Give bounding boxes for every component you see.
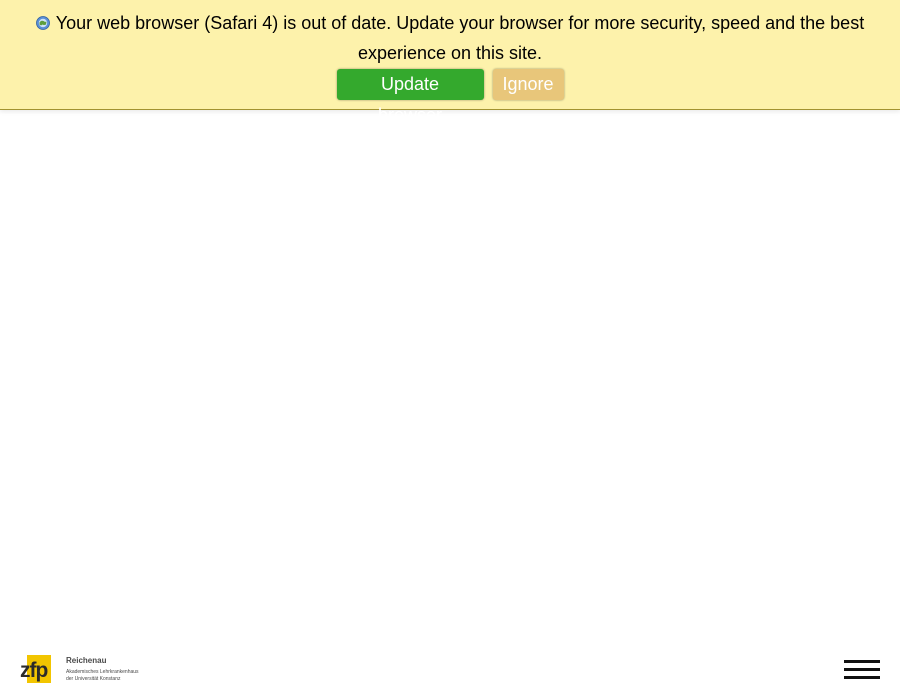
menu-bar-bottom: [844, 676, 880, 679]
browser-update-banner: Your web browser (Safari 4) is out of da…: [0, 0, 900, 125]
page: Your web browser (Safari 4) is out of da…: [0, 0, 900, 700]
menu-bar-middle: [844, 668, 880, 671]
banner-buttons: Update browser Ignore: [0, 69, 900, 125]
menu-bar-top: [844, 660, 880, 663]
banner-message-row: Your web browser (Safari 4) is out of da…: [30, 8, 870, 68]
ignore-button[interactable]: Ignore: [492, 69, 564, 100]
hamburger-menu-icon[interactable]: [844, 658, 880, 682]
logo-subtitle-line2: der Universität Konstanz: [66, 675, 121, 682]
site-logo[interactable]: zfp Reichenau Akademisches Lehrkrankenha…: [20, 653, 165, 687]
logo-name: Reichenau: [66, 656, 107, 665]
logo-mark-text: zfp: [20, 659, 47, 682]
zfp-logo-mark: zfp: [20, 655, 51, 683]
banner-message: Your web browser (Safari 4) is out of da…: [55, 13, 865, 63]
logo-text: Reichenau Akademisches Lehrkrankenhaus d…: [66, 656, 176, 682]
footer-bar: zfp Reichenau Akademisches Lehrkrankenha…: [0, 640, 900, 700]
browser-globe-icon: [35, 16, 50, 30]
update-browser-button[interactable]: Update browser: [336, 69, 484, 125]
